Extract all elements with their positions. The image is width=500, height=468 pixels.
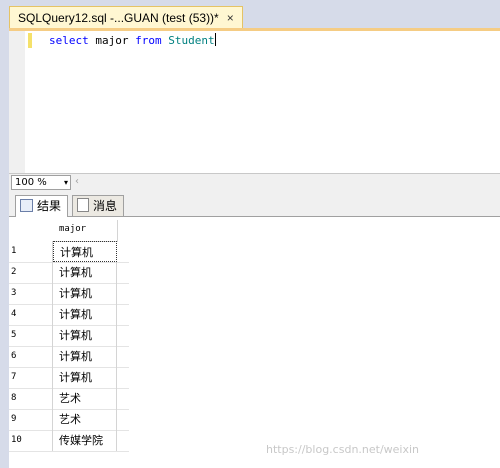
row-number[interactable]: 1 [9,241,53,262]
table-row[interactable]: 10 传媒学院 [9,430,129,452]
table-row[interactable]: 2 计算机 [9,262,129,284]
row-number[interactable]: 2 [9,262,53,283]
close-icon[interactable]: × [227,7,234,29]
column-header-major[interactable]: major [53,220,118,242]
cell-major[interactable]: 计算机 [53,304,117,325]
table-row[interactable]: 3 计算机 [9,283,129,305]
cell-major[interactable]: 艺术 [53,409,117,430]
row-number[interactable]: 10 [9,430,53,451]
change-indicator [28,33,32,48]
text-caret [214,33,216,46]
message-icon [77,198,89,212]
table-row[interactable]: 6 计算机 [9,346,129,368]
code-line[interactable]: select major from Student [49,33,216,48]
table-row[interactable]: 1 计算机 [9,241,129,263]
grid-icon [20,199,33,212]
code-token: major [88,34,136,47]
results-grid[interactable]: major 1 计算机 2 计算机 3 计算机 4 计算机 5 计算机 6 计算机 7 计算机 8 艺术 9 艺术… [9,217,500,468]
sql-editor[interactable]: select major from Student [9,31,500,173]
tab-results[interactable]: 结果 [15,195,69,217]
tab-messages[interactable]: 消息 [72,195,125,216]
scroll-left-icon[interactable]: ‹ [75,176,79,187]
query-tab-title: SQLQuery12.sql -...GUAN (test (53))* [18,11,219,25]
zoom-select[interactable]: 100 % ▾ [11,175,71,190]
row-number[interactable]: 7 [9,367,53,388]
cell-major[interactable]: 计算机 [53,367,117,388]
cell-major[interactable]: 计算机 [53,262,117,283]
zoom-value: 100 % [15,177,47,188]
cell-major[interactable]: 艺术 [53,388,117,409]
tab-results-label: 结果 [37,199,62,213]
code-token: from [135,34,162,47]
table-row[interactable]: 7 计算机 [9,367,129,389]
cell-major[interactable]: 传媒学院 [53,430,117,451]
table-row[interactable]: 8 艺术 [9,388,129,410]
query-tab[interactable]: SQLQuery12.sql -...GUAN (test (53))* × [9,6,243,29]
table-row[interactable]: 9 艺术 [9,409,129,431]
watermark: https://blog.csdn.net/weixin [266,443,420,456]
cell-major[interactable]: 计算机 [53,346,117,367]
editor-margin [9,31,25,173]
zoom-bar: 100 % ▾ ‹ [9,173,500,190]
cell-major[interactable]: 计算机 [53,241,117,262]
left-frame [0,31,9,468]
cell-major[interactable]: 计算机 [53,283,117,304]
table-row[interactable]: 5 计算机 [9,325,129,347]
row-number[interactable]: 4 [9,304,53,325]
cell-major[interactable]: 计算机 [53,325,117,346]
results-tabstrip: 结果 消息 [9,190,500,217]
table-row[interactable]: 4 计算机 [9,304,129,326]
code-token: select [49,34,89,47]
row-number[interactable]: 6 [9,346,53,367]
code-token: Student [168,34,215,47]
column-header-label: major [59,224,87,234]
tab-messages-label: 消息 [93,199,118,213]
chevron-down-icon: ▾ [63,178,68,187]
row-number[interactable]: 5 [9,325,53,346]
row-number[interactable]: 3 [9,283,53,304]
document-tabstrip: SQLQuery12.sql -...GUAN (test (53))* × [0,0,500,29]
row-number[interactable]: 8 [9,388,53,409]
row-number[interactable]: 9 [9,409,53,430]
